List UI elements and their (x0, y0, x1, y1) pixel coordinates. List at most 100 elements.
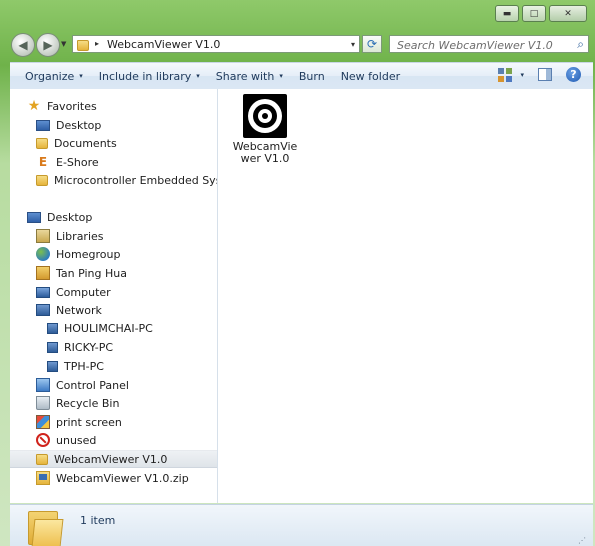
nav-item-label: Computer (56, 285, 111, 299)
nav-item-network[interactable]: Network (36, 301, 217, 319)
search-box[interactable]: ⌕ (389, 35, 589, 53)
forward-button[interactable]: ▶ (36, 33, 60, 57)
folder-icon (36, 138, 48, 149)
arrow-left-icon: ◀ (18, 38, 28, 52)
nav-item-label: E-Shore (56, 155, 99, 169)
nav-item-print-screen[interactable]: print screen (36, 413, 217, 431)
breadcrumb-separator-icon[interactable]: ▸ (95, 39, 99, 48)
file-list[interactable]: WebcamViewer V1.0 (218, 89, 593, 503)
nav-item-label: RICKY-PC (64, 340, 114, 354)
burn-button[interactable]: Burn (299, 70, 325, 83)
back-button[interactable]: ◀ (11, 33, 35, 57)
nav-item-label: WebcamViewer V1.0 (54, 452, 168, 466)
chevron-down-icon: ▾ (79, 72, 83, 80)
eshore-icon: E (38, 155, 48, 169)
close-button[interactable]: ✕ (549, 5, 587, 22)
nav-item-computer[interactable]: Computer (36, 283, 217, 301)
nav-item-desktop[interactable]: Desktop (36, 116, 217, 134)
search-input[interactable] (395, 37, 569, 53)
refresh-icon: ⟳ (366, 37, 378, 51)
preview-pane-icon[interactable] (538, 68, 552, 81)
nav-item-microcontroller[interactable]: Microcontroller Embedded System (36, 171, 217, 189)
forbidden-icon (36, 433, 50, 447)
nav-item-control-panel[interactable]: Control Panel (36, 376, 217, 394)
file-name: WebcamViewer V1.0 (232, 140, 298, 165)
share-with-menu[interactable]: Share with ▾ (216, 70, 283, 83)
nav-item-e-shore[interactable]: E E-Shore (36, 153, 217, 171)
monitor-icon (27, 211, 41, 223)
address-bar[interactable]: ▸ WebcamViewer V1.0 ▾ (72, 35, 360, 53)
control-panel-icon (36, 378, 50, 392)
nav-item-libraries[interactable]: Libraries (36, 227, 217, 245)
breadcrumb-current[interactable]: WebcamViewer V1.0 (107, 38, 220, 51)
pc-icon (47, 360, 58, 372)
command-bar: Organize ▾ Include in library ▾ Share wi… (10, 62, 593, 90)
chevron-down-icon: ▾ (279, 72, 283, 80)
toolbar-right-group: ▾ ? (498, 67, 581, 82)
pc-icon (47, 341, 58, 353)
paint-icon (36, 415, 50, 429)
chevron-down-icon: ▾ (196, 72, 200, 80)
share-with-label: Share with (215, 69, 275, 83)
nav-item-webcamviewer[interactable]: WebcamViewer V1.0 (10, 450, 217, 468)
navigation-pane: ★ Favorites Desktop Documents E E-Shore … (10, 89, 218, 503)
organize-menu[interactable]: Organize ▾ (25, 70, 83, 83)
nav-item-label: Control Panel (56, 378, 129, 392)
nav-item-webcamviewer-zip[interactable]: WebcamViewer V1.0.zip (36, 469, 217, 487)
folder-icon (77, 40, 89, 51)
maximize-button[interactable]: □ (522, 5, 546, 22)
arrow-right-icon: ▶ (43, 38, 53, 52)
pc-icon (47, 322, 58, 334)
nav-item-label: print screen (56, 415, 122, 429)
minimize-button[interactable]: ▬ (495, 5, 519, 22)
nav-item-recycle-bin[interactable]: Recycle Bin (36, 394, 217, 412)
nav-item-label: unused (56, 433, 97, 447)
nav-item-label: HOULIMCHAI-PC (64, 321, 153, 335)
nav-item-houlimchai-pc[interactable]: HOULIMCHAI-PC (47, 319, 217, 337)
details-pane: 1 item ⋰ (10, 504, 593, 546)
nav-item-label: Recycle Bin (56, 396, 120, 410)
item-count: 1 item (80, 514, 116, 527)
caption-buttons: ▬ □ ✕ (495, 5, 587, 22)
address-dropdown-icon[interactable]: ▾ (351, 40, 355, 49)
nav-item-homegroup[interactable]: Homegroup (36, 245, 217, 263)
nav-item-label: Desktop (47, 210, 93, 224)
nav-item-label: Tan Ping Hua (56, 266, 127, 280)
folder-icon (36, 454, 48, 465)
zip-folder-icon (36, 471, 50, 485)
nav-item-documents[interactable]: Documents (36, 134, 217, 152)
computer-icon (36, 286, 50, 298)
nav-item-tan-ping-hua[interactable]: Tan Ping Hua (36, 264, 217, 282)
include-in-library-menu[interactable]: Include in library ▾ (99, 70, 200, 83)
explorer-window: ▬ □ ✕ ◀ ▶ ▼ ▸ WebcamViewer V1.0 ▾ ⟳ ⌕ Or… (0, 0, 595, 546)
help-icon[interactable]: ? (566, 67, 581, 82)
nav-item-label: Microcontroller Embedded System (54, 173, 217, 187)
nav-item-unused[interactable]: unused (36, 431, 217, 449)
change-view-button[interactable]: ▾ (498, 67, 524, 82)
nav-item-label: Network (56, 303, 102, 317)
organize-label: Organize (25, 69, 75, 83)
star-icon: ★ (27, 98, 41, 114)
resize-grip-icon[interactable]: ⋰ (578, 536, 587, 545)
refresh-button[interactable]: ⟳ (362, 35, 382, 53)
homegroup-icon (36, 247, 50, 261)
webcam-icon (243, 94, 287, 138)
new-folder-button[interactable]: New folder (341, 70, 400, 83)
view-icon (498, 67, 513, 82)
nav-item-label: Homegroup (56, 247, 121, 261)
include-in-library-label: Include in library (98, 69, 192, 83)
nav-item-label: Documents (54, 136, 117, 150)
nav-item-label: Libraries (56, 229, 104, 243)
folder-icon (36, 175, 48, 186)
nav-item-desktop-root[interactable]: Desktop (27, 208, 217, 226)
monitor-icon (36, 119, 50, 131)
search-icon[interactable]: ⌕ (577, 37, 584, 52)
recycle-bin-icon (36, 396, 50, 410)
nav-item-tph-pc[interactable]: TPH-PC (47, 357, 217, 375)
nav-item-label: TPH-PC (64, 359, 104, 373)
nav-item-ricky-pc[interactable]: RICKY-PC (47, 338, 217, 356)
file-item-webcamviewer[interactable]: WebcamViewer V1.0 (230, 94, 300, 165)
nav-item-label: Favorites (47, 99, 97, 113)
recent-pages-dropdown[interactable]: ▼ (61, 40, 66, 48)
nav-item-favorites[interactable]: ★ Favorites (27, 97, 217, 115)
